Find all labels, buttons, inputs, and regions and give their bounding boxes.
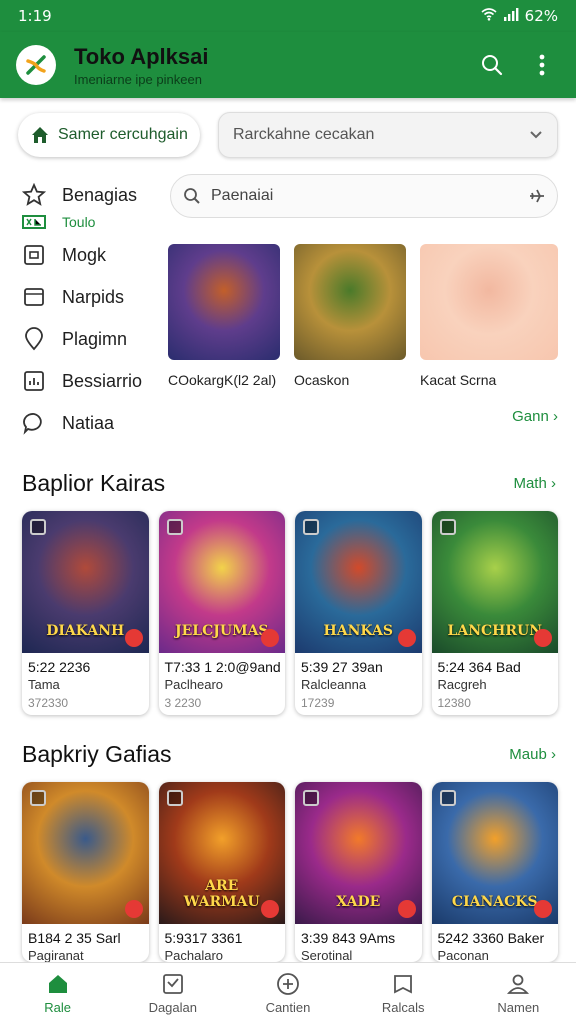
nav-library[interactable]: Ralcals [358,972,448,1015]
featured-thumbnail [294,244,406,360]
star-icon [22,183,46,206]
sidebar-item-media[interactable]: Mogk [22,234,158,276]
badge-icon [124,900,143,918]
search-icon [482,55,503,76]
home-icon [48,975,67,993]
sidebar-item-apps[interactable]: Narpids [22,276,158,318]
tag-icon [30,790,46,806]
featured-item[interactable]: Ocaskon [294,244,406,388]
app-bar: Toko Aplksai Imeniarne ipe pinkeen [0,32,576,98]
bottom-navigation: Rale Dagalan Cantien Ralcals Namen [0,962,576,1024]
sidebar-item-stats[interactable]: Bessiarrio [22,360,158,402]
book-icon [394,975,413,994]
game-thumbnail: XADE [295,782,422,924]
chip-label: Samer cercuhgain [58,126,188,143]
featured-thumbnail [420,244,558,360]
chart-icon [24,371,44,391]
featured-row: COokargK(l2 2al) Ocaskon Kacat Scrna [168,244,558,388]
section-more-link[interactable]: Maub › [509,746,556,763]
status-bar: 1:19 62% [0,0,576,32]
badge-icon [124,629,143,647]
featured-item[interactable]: COokargK(l2 2al) [168,244,280,388]
badge-icon [534,629,552,647]
section-title: Bapkriy Gafias [22,741,172,767]
pin-icon [25,327,43,351]
game-card[interactable]: JELCJUMAS T7:33 1 2:0@9and Paclhearo 3 2… [158,511,285,715]
game-thumbnail [22,782,149,924]
nav-add[interactable]: Cantien [243,972,333,1015]
game-thumbnail: DIAKANH [22,511,149,653]
category-dropdown[interactable]: Rarckahne cecakan [218,112,558,158]
inbox-icon [162,974,183,994]
app-subtitle: Imeniarne ipe pinkeen [74,71,202,87]
chevron-down-icon [530,131,542,139]
sidebar-item-places[interactable]: Plagimn [22,318,158,360]
badge-icon [261,900,279,918]
game-card[interactable]: XADE 3:39 843 9Ams Serotinal [295,782,422,962]
search-field[interactable]: Paenaiai [170,174,558,218]
game-thumbnail: ARE WARMAU [158,782,285,924]
card-row: B184 2 35 Sarl Pagiranat ARE WARMAU 5:93… [0,782,576,962]
nav-home[interactable]: Rale [13,972,103,1015]
add-circle-icon [277,973,299,995]
section-more-link[interactable]: Math › [513,475,556,492]
game-thumbnail: JELCJUMAS [158,511,285,653]
sidebar-item-chat[interactable]: Natiaa [22,402,158,444]
app-logo-icon [16,45,56,85]
tag-icon [30,519,46,535]
search-input[interactable]: Paenaiai [211,187,519,205]
game-thumbnail: CIANACKS [431,782,558,924]
game-card[interactable]: LANCHRUN 5:24 364 Bad Racgreh 12380 [431,511,558,715]
airplane-icon [530,189,544,203]
dropdown-value: Rarckahne cecakan [233,126,375,143]
badge-icon [397,629,416,647]
nav-profile[interactable]: Namen [473,972,563,1015]
tag-icon [439,519,456,535]
status-time: 1:19 [18,7,52,25]
home-chip[interactable]: Samer cercuhgain [18,113,200,157]
game-card[interactable]: HANKAS 5:39 27 39an Ralcleanna 17239 [295,511,422,715]
overflow-menu-button[interactable] [524,47,560,83]
card-row: DIAKANH 5:22 2236 Tama 372330 JELCJUMAS … [0,511,576,715]
nav-inbox[interactable]: Dagalan [128,972,218,1015]
badge-icon [261,629,279,647]
search-icon [184,188,200,204]
badge-icon [534,900,552,918]
signal-icon [503,7,519,25]
section-title: Baplior Kairas [22,470,166,496]
badge-icon [397,900,416,918]
game-thumbnail: HANKAS [295,511,422,653]
folder-icon [22,215,46,229]
home-icon [32,127,48,143]
chat-icon [23,413,42,435]
tag-icon [303,519,319,535]
sidebar-item-all[interactable]: Toulo [22,210,158,234]
wifi-icon [481,7,497,25]
person-icon [507,974,530,994]
image-icon [24,245,44,265]
tag-icon [166,790,183,806]
featured-more-link[interactable]: Gann › [158,408,558,425]
game-thumbnail: LANCHRUN [431,511,558,653]
game-card[interactable]: B184 2 35 Sarl Pagiranat [22,782,149,962]
battery-level: 62% [524,7,558,25]
app-title: Toko Aplksai [74,43,209,69]
game-card[interactable]: ARE WARMAU 5:9317 3361 Pachalaro [158,782,285,962]
tag-icon [439,790,456,806]
game-card[interactable]: DIAKANH 5:22 2236 Tama 372330 [22,511,149,715]
tablet-icon [24,288,44,306]
search-button[interactable] [474,47,510,83]
featured-item[interactable]: Kacat Scrna [420,244,558,388]
sidebar: Benagias Toulo Mogk Narpids Plagimn Bess… [0,174,158,444]
game-card[interactable]: CIANACKS 5242 3360 Baker Paconan [431,782,558,962]
tag-icon [166,519,183,535]
more-vert-icon [539,54,545,76]
featured-thumbnail [168,244,280,360]
tag-icon [303,790,319,806]
